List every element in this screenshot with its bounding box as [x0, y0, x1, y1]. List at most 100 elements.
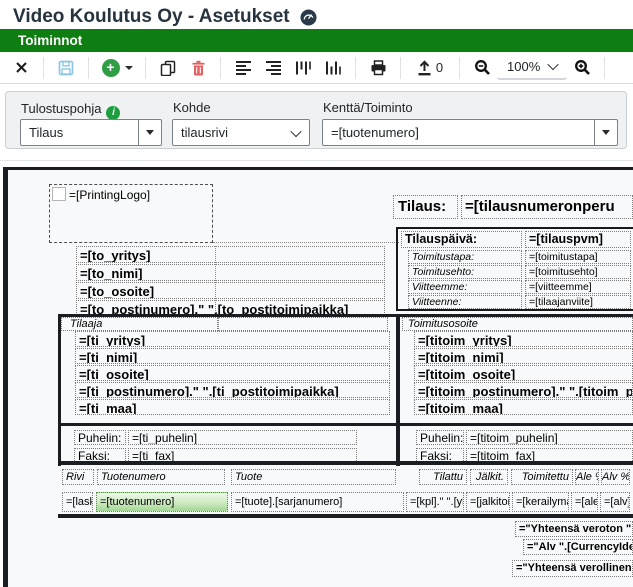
toolbar-separator — [604, 57, 605, 79]
total-field[interactable]: ="Yhteensä veroton ".[C — [515, 521, 633, 537]
orderer-header[interactable]: Tilaaja — [61, 317, 218, 331]
close-button[interactable] — [8, 55, 34, 81]
column-header[interactable]: Toimitettu — [511, 469, 573, 485]
section-border — [58, 314, 61, 466]
field-value: =[tuotenumero] — [323, 125, 594, 140]
align-left-button[interactable] — [230, 55, 256, 81]
grid-line — [213, 242, 399, 243]
row-field[interactable]: =[ale] — [571, 492, 598, 512]
caret-down-icon — [602, 130, 610, 135]
template-select[interactable]: Tilaus — [20, 119, 162, 146]
phone-field[interactable]: =[titoim_puhelin] — [466, 430, 633, 445]
delivery-field[interactable]: =[titoim_yritys] — [414, 331, 633, 347]
target-select[interactable]: tilausrivi — [172, 119, 310, 146]
toolbar: + — [0, 52, 633, 84]
order-info-table: Tilauspäivä: =[tilauspvm] Toimitustapa: … — [396, 227, 633, 311]
gauge-icon[interactable] — [296, 4, 322, 30]
toolbar-separator — [88, 57, 89, 79]
orderer-field[interactable]: =[ti_yritys] — [75, 331, 390, 347]
upload-button[interactable]: 0 — [410, 55, 450, 81]
save-button[interactable] — [53, 55, 79, 81]
row-field[interactable]: =[kpl]." ".[yks — [406, 492, 464, 512]
zoom-out-button[interactable] — [469, 55, 495, 81]
row-field-selected[interactable]: =[tuotenumero] — [96, 492, 228, 512]
row-field[interactable]: =[alv] — [600, 492, 630, 512]
dropdown-button[interactable] — [138, 120, 161, 145]
column-header[interactable]: Alv % — [601, 469, 630, 485]
toolbar-separator — [145, 57, 146, 79]
delivery-field[interactable]: =[titoim_postinumero]." ".[titoim_post — [414, 382, 633, 398]
canvas-border-top — [3, 167, 633, 170]
resize-handle[interactable] — [52, 187, 66, 201]
delivery-field[interactable]: =[titoim_osoite] — [414, 365, 633, 381]
align-right-button[interactable] — [260, 55, 286, 81]
target-label: Kohde — [173, 100, 211, 115]
delivery-field[interactable]: =[titoim_nimi] — [414, 348, 633, 364]
row-field[interactable]: =[laski — [62, 492, 93, 512]
column-header[interactable]: Rivi — [62, 469, 94, 485]
row-field[interactable]: =[jalkitoim — [466, 492, 510, 512]
template-label: Tulostuspohja — [21, 101, 101, 116]
zoom-level: 100% — [507, 59, 540, 74]
copy-button[interactable] — [155, 55, 181, 81]
field-select[interactable]: =[tuotenumero] — [322, 119, 618, 146]
delivery-header[interactable]: Toimitusosoite — [402, 317, 633, 331]
info-label[interactable]: Toimitusehto: — [408, 265, 522, 279]
column-header[interactable]: Tuotenumero — [97, 469, 225, 485]
chevron-down-icon — [283, 129, 309, 137]
info-value[interactable]: =[toimitustapa] — [525, 250, 631, 264]
dropdown-button[interactable] — [594, 120, 617, 145]
row-field[interactable]: =[kerailymaa — [512, 492, 569, 512]
align-top-button[interactable] — [290, 55, 316, 81]
page-title: Video Koulutus Oy - Asetukset — [13, 6, 290, 28]
order-number-field[interactable]: =[tilausnumeronperu — [461, 195, 633, 219]
column-header[interactable]: Tuote — [231, 469, 396, 485]
section-border — [58, 423, 633, 426]
delete-button[interactable] — [185, 55, 211, 81]
row-field[interactable]: =[tuote].[sarjanumero] — [231, 492, 404, 512]
recipient-field[interactable]: =[to_osoite] — [76, 282, 385, 299]
add-button[interactable]: + — [98, 55, 136, 81]
column-header[interactable]: Ale % — [575, 469, 599, 485]
info-value[interactable]: =[tilaajanviite] — [525, 295, 631, 309]
order-label-box[interactable]: Tilaus: — [393, 195, 458, 219]
zoom-in-button[interactable] — [569, 55, 595, 81]
orderer-field[interactable]: =[ti_maa] — [75, 399, 390, 415]
info-value[interactable]: =[toimitusehto] — [525, 265, 631, 279]
total-field[interactable]: ="Alv ".[CurrencyIdenti — [523, 539, 633, 555]
toolbar-separator — [220, 57, 221, 79]
phone-label[interactable]: Puhelin: — [416, 430, 464, 445]
delivery-field[interactable]: =[titoim_maa] — [414, 399, 633, 415]
align-bottom-button[interactable] — [320, 55, 346, 81]
info-label[interactable]: Viitteenne: — [408, 295, 522, 309]
grid-line — [215, 246, 216, 317]
app-window: Video Koulutus Oy - Asetukset Toiminnot — [0, 0, 633, 587]
info-label[interactable]: Viitteemme: — [408, 280, 522, 294]
phone-field[interactable]: =[ti_puhelin] — [128, 430, 357, 445]
column-header[interactable]: Jälkit. — [470, 469, 508, 485]
menu-toiminnot[interactable]: Toiminnot — [0, 33, 100, 48]
orderer-field[interactable]: =[ti_nimi] — [75, 348, 390, 364]
logo-field-box[interactable]: =[PrintingLogo] — [49, 184, 213, 243]
zoom-level-select[interactable]: 100% — [497, 56, 567, 80]
grid-cell[interactable] — [218, 317, 388, 331]
menubar: Toiminnot — [0, 29, 633, 52]
divider — [0, 160, 633, 161]
info-value[interactable]: =[viitteemme] — [525, 280, 631, 294]
toolbar-separator — [355, 57, 356, 79]
column-header[interactable]: Tilattu — [419, 469, 467, 485]
orderer-field[interactable]: =[ti_postinumero]." ".[ti_postitoimipaik… — [75, 382, 390, 398]
toolbar-separator — [459, 57, 460, 79]
recipient-field[interactable]: =[to_nimi] — [76, 264, 385, 281]
upload-icon — [417, 60, 432, 76]
info-label[interactable]: Tilauspäivä: — [401, 231, 522, 248]
total-field[interactable]: ="Yhteensä verollinen ". — [512, 560, 633, 577]
info-value[interactable]: =[tilauspvm] — [525, 231, 631, 248]
orderer-field[interactable]: =[ti_osoite] — [75, 365, 390, 381]
phone-label[interactable]: Puhelin: — [74, 430, 126, 445]
recipient-field[interactable]: =[to_yritys] — [76, 246, 385, 263]
info-icon[interactable]: i — [106, 106, 120, 120]
print-button[interactable] — [365, 55, 391, 81]
info-label[interactable]: Toimitustapa: — [408, 250, 522, 264]
toolbar-separator — [43, 57, 44, 79]
